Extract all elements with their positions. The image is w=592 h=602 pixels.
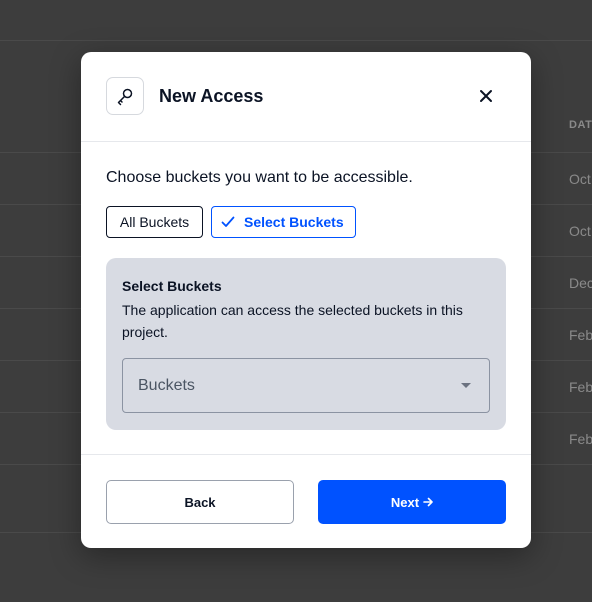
table-cell-date: Dec [569, 275, 592, 291]
access-prompt: Choose buckets you want to be accessible… [106, 169, 413, 186]
table-cell-date: Oct [569, 223, 591, 239]
buckets-dropdown-placeholder: Buckets [138, 377, 195, 394]
date-column-header: DAT [569, 119, 592, 131]
modal-header: New Access [81, 52, 531, 142]
check-icon [221, 216, 235, 228]
table-row-divider [0, 40, 592, 41]
next-button-label: Next [390, 494, 420, 510]
arrow-right-icon [423, 497, 433, 507]
key-icon [106, 77, 144, 115]
chevron-down-icon [461, 383, 471, 388]
table-cell-date: Oct [569, 171, 591, 187]
all-buckets-label: All Buckets [119, 214, 190, 230]
table-cell-date: Feb [569, 431, 592, 447]
all-buckets-button[interactable]: All Buckets [106, 206, 203, 238]
close-icon[interactable] [474, 84, 498, 108]
table-cell-date: Feb [569, 379, 592, 395]
back-button[interactable]: Back [106, 480, 294, 524]
panel-description: The application can access the selected … [122, 302, 463, 340]
select-buckets-panel: Select Buckets The application can acces… [106, 258, 506, 430]
select-buckets-label: Select Buckets [244, 214, 344, 230]
panel-title: Select Buckets [122, 278, 222, 294]
modal-title: New Access [159, 86, 264, 106]
new-access-modal: New Access Choose buckets you want to be… [81, 52, 531, 548]
select-buckets-button[interactable]: Select Buckets [211, 206, 356, 238]
modal-footer: Back Next [81, 454, 531, 548]
back-button-label: Back [184, 494, 216, 510]
buckets-dropdown[interactable]: Buckets [122, 358, 490, 413]
next-button[interactable]: Next [318, 480, 506, 524]
table-cell-date: Feb [569, 327, 592, 343]
